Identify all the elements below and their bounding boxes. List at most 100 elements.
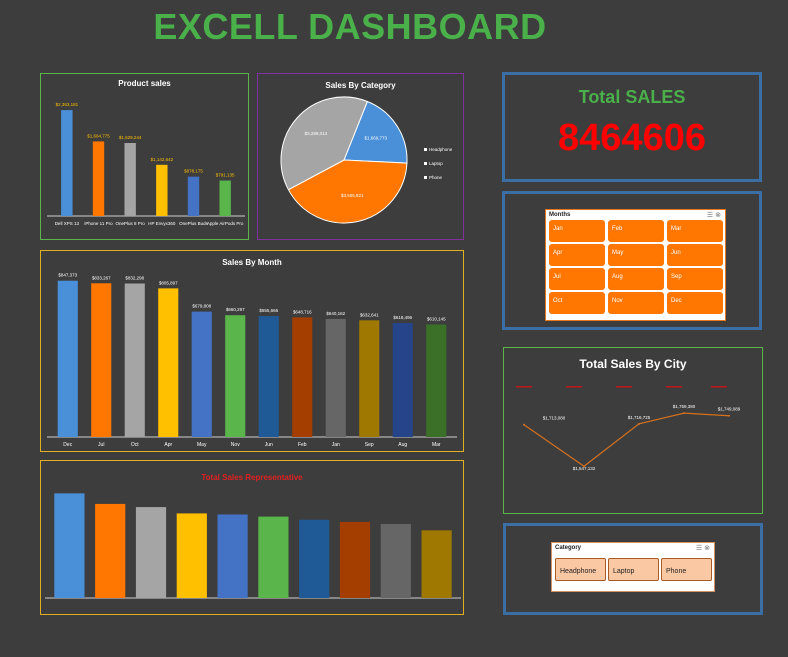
legend-label: Laptop (429, 161, 443, 166)
sales-rep-panel: Total Sales Representative (40, 460, 464, 615)
sales-rep-chart (45, 493, 461, 599)
slicer-filter-icons[interactable]: ☰ ⊗ (696, 544, 710, 552)
month-button-nov[interactable]: Nov (608, 292, 664, 314)
dashboard-title: EXCELL DASHBOARD (153, 6, 547, 47)
category-button-laptop[interactable]: Laptop (608, 558, 659, 581)
data-label: $833,267 (92, 275, 111, 280)
tick-label: Nov (231, 442, 240, 448)
bar (258, 316, 279, 437)
bar (392, 322, 413, 437)
tick-label: Dec (63, 442, 72, 448)
month-button-mar[interactable]: Mar (667, 220, 723, 242)
tick-label: iPhone 11 Pro (84, 221, 113, 226)
data-label: $805,897 (159, 280, 178, 285)
bar (61, 110, 73, 216)
data-label: $847,373 (58, 273, 77, 278)
total-sales-value: 8464606 (558, 117, 706, 159)
city-line-chart: $1,713,080 $1,547,132 $1,716,725 $1,759,380… (516, 386, 741, 471)
category-slicer-title: Category (555, 545, 582, 551)
line-point (728, 414, 730, 417)
legend-label: Phone (429, 175, 443, 180)
tick-label: Jan (332, 442, 340, 448)
data-label: $1,759,380 (673, 404, 696, 409)
bar (156, 164, 168, 216)
bar (421, 530, 452, 598)
bar (380, 524, 411, 598)
month-button-apr[interactable]: Apr (549, 244, 605, 266)
bar (92, 141, 105, 216)
bar (191, 311, 212, 437)
bar (187, 176, 200, 216)
month-button-feb[interactable]: Feb (608, 220, 664, 242)
bar (158, 288, 179, 437)
data-label: $1,716,725 (628, 415, 651, 420)
data-label: $1,142,642 (151, 157, 174, 162)
bar (219, 180, 231, 216)
city-panel: Total Sales By City $1,713,080 $1,547,132… (503, 347, 763, 514)
month-button-sep[interactable]: Sep (667, 268, 723, 290)
month-button-may[interactable]: May (608, 244, 664, 266)
bar (91, 283, 112, 437)
city-name-mark (616, 386, 632, 388)
month-button-jul[interactable]: Jul (549, 268, 605, 290)
data-label: $1,669,773 (365, 136, 388, 141)
data-label: $1,664,775 (87, 133, 110, 138)
month-button-aug[interactable]: Aug (608, 268, 664, 290)
category-panel: Sales By Category $1,669,773 Headphone $3,… (257, 73, 464, 240)
tick-label: Dell XPS 13 (55, 221, 80, 226)
bar (225, 315, 246, 437)
category-slicer-panel: Category ☰ ⊗ Headphone Laptop Phone (503, 523, 763, 615)
legend-swatch (424, 148, 427, 151)
data-label: $610,145 (427, 316, 446, 321)
tick-label: May (197, 442, 207, 448)
bar (135, 507, 167, 598)
bar (299, 519, 330, 598)
line-point (683, 412, 685, 415)
bar (124, 283, 145, 437)
legend-swatch (424, 162, 427, 165)
bar (95, 503, 126, 598)
month-button-oct[interactable]: Oct (549, 292, 605, 314)
tick-label: Aug (398, 442, 407, 448)
legend-swatch (424, 176, 427, 179)
bar (217, 514, 248, 598)
tick-label: Mar (432, 442, 441, 448)
total-sales-label: Total SALES (578, 87, 686, 107)
data-label: $791,135 (216, 173, 235, 178)
data-label: $1,749,089 (718, 407, 741, 412)
month-button-jan[interactable]: Jan (549, 220, 605, 242)
data-label: $832,298 (125, 275, 144, 280)
sales-month-chart: $847,373 Dec $833,267 Jul $832,298 Oct $805,89… (47, 273, 457, 448)
bar (124, 143, 136, 216)
category-button-headphone[interactable]: Headphone (555, 558, 606, 581)
bar (176, 513, 207, 598)
tick-label: Jun (265, 442, 273, 448)
month-button-jun[interactable]: Jun (667, 244, 723, 266)
data-label: $679,808 (192, 304, 211, 309)
category-slicer: Category ☰ ⊗ Headphone Laptop Phone (551, 542, 715, 592)
data-label: $632,641 (360, 312, 379, 317)
months-slicer-panel: Months ☰ ⊗ Jan Feb Mar Apr May Jun Jul Aug Sep Oc… (502, 191, 762, 330)
category-pie-chart: $1,669,773 Headphone $3,505,821 Laptop $3,28… (280, 96, 453, 224)
city-name-mark (516, 386, 532, 388)
category-button-phone[interactable]: Phone (661, 558, 712, 581)
slicer-filter-icons[interactable]: ☰ ⊗ (707, 211, 721, 219)
data-label: $1,629,244 (119, 135, 142, 140)
data-label: $3,289,013 (305, 131, 328, 136)
tick-label: Apple AirPods Pro (207, 221, 244, 226)
months-slicer-title: Months (549, 212, 571, 218)
tick-label: Apr (164, 442, 172, 448)
line-point (523, 423, 525, 426)
product-sales-panel: Product sales $2,363,181 Dell XPS 13 $1,66… (40, 73, 249, 240)
data-label: $878,175 (184, 169, 203, 174)
data-label: $1,713,080 (543, 416, 566, 421)
months-slicer: Months ☰ ⊗ Jan Feb Mar Apr May Jun Jul Aug Sep Oc… (545, 209, 726, 321)
bar (325, 318, 346, 437)
data-label: $655,666 (259, 308, 278, 313)
city-name-mark (566, 386, 582, 388)
bar (426, 324, 447, 437)
sales-month-panel: Sales By Month $847,373 Dec $833,267 Jul $83… (40, 250, 464, 452)
series-line (523, 412, 730, 467)
line-point (638, 422, 640, 425)
month-button-dec[interactable]: Dec (667, 292, 723, 314)
